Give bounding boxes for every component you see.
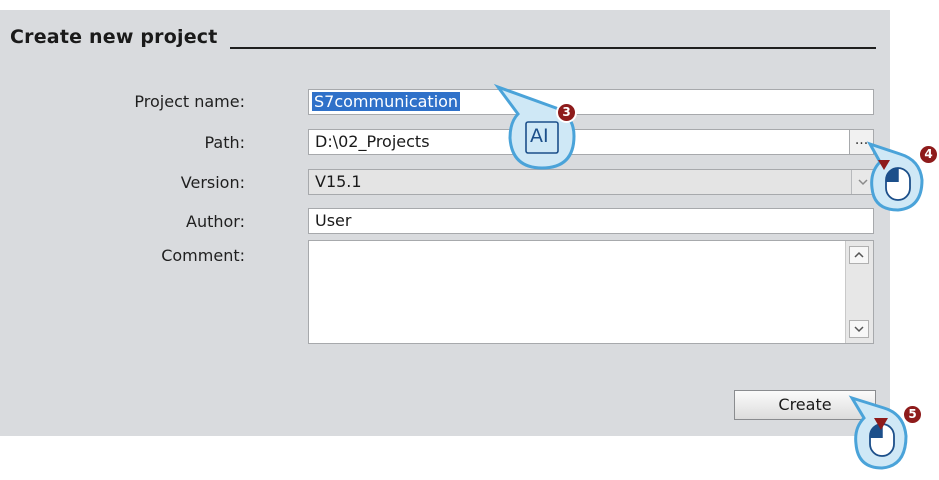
path-value: D:\02_Projects xyxy=(315,132,430,151)
create-project-dialog: Create new project Project name: S7commu… xyxy=(0,10,890,436)
comment-scrollbar[interactable] xyxy=(845,241,873,343)
comment-label: Comment: xyxy=(161,246,245,265)
typing-glyph: AI xyxy=(530,125,549,147)
path-label: Path: xyxy=(204,133,245,152)
path-field[interactable]: D:\02_Projects ... xyxy=(308,129,874,155)
scroll-up-button[interactable] xyxy=(849,246,869,264)
comment-textarea[interactable] xyxy=(308,240,874,344)
typing-callout: AI 3 xyxy=(470,82,590,182)
title-divider xyxy=(230,47,876,49)
mouse-icon xyxy=(848,395,908,470)
author-label: Author: xyxy=(186,212,245,231)
chevron-up-icon xyxy=(854,251,864,258)
version-select[interactable]: V15.1 xyxy=(308,169,874,195)
chevron-down-icon xyxy=(854,326,864,333)
screenshot-stage: Create new project Project name: S7commu… xyxy=(0,0,939,480)
step-badge-3: 3 xyxy=(556,102,577,123)
version-label: Version: xyxy=(180,173,245,192)
project-name-field[interactable]: S7communication xyxy=(308,89,874,115)
project-name-label: Project name: xyxy=(134,92,245,111)
version-value: V15.1 xyxy=(315,172,362,191)
step-badge-5: 5 xyxy=(902,404,923,425)
browse-click-callout: 4 xyxy=(858,138,939,218)
scroll-down-button[interactable] xyxy=(849,320,869,338)
dialog-title: Create new project xyxy=(10,26,218,48)
author-value: User xyxy=(315,211,352,230)
author-field[interactable]: User xyxy=(308,208,874,234)
project-name-value: S7communication xyxy=(312,92,461,111)
step-badge-4: 4 xyxy=(918,144,939,165)
create-click-callout: 5 xyxy=(842,392,932,472)
